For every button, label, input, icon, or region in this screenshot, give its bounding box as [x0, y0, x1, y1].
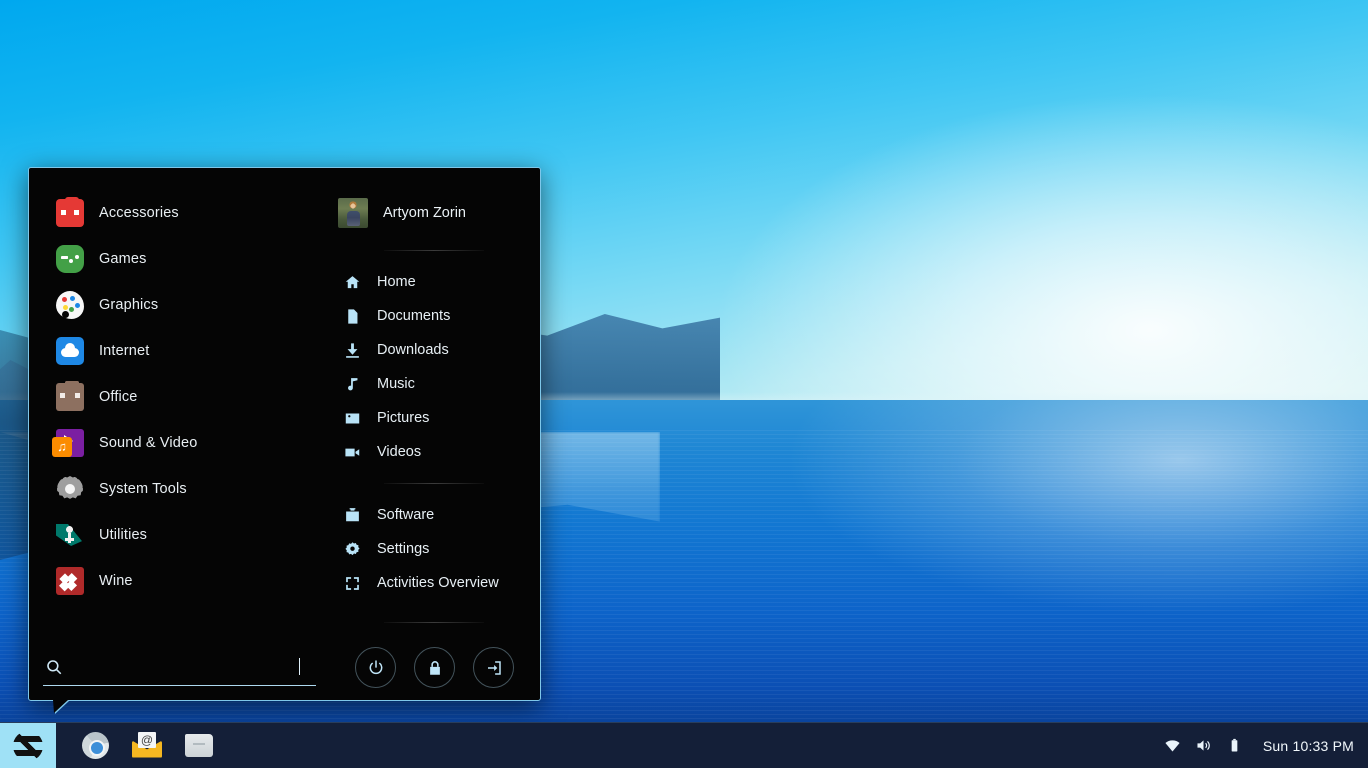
desktop[interactable]: Accessories Games Graphics Internet Offi… [0, 0, 1368, 768]
zorin-logo-icon [13, 731, 43, 761]
videos-icon [343, 443, 361, 461]
music-icon [343, 375, 361, 393]
downloads-icon [343, 341, 361, 359]
taskbar[interactable]: Sun 10:33 PM [0, 722, 1368, 768]
internet-icon [56, 337, 84, 365]
taskbar-app-mail[interactable] [124, 723, 170, 768]
user-name: Artyom Zorin [383, 205, 466, 221]
activities-overview-icon [343, 574, 361, 592]
clock[interactable]: Sun 10:33 PM [1263, 738, 1354, 754]
separator-bottom [384, 622, 484, 623]
search-box[interactable] [43, 648, 316, 686]
category-internet[interactable]: Internet [29, 328, 329, 374]
search-icon [45, 658, 63, 676]
wine-icon [56, 567, 84, 595]
category-list: Accessories Games Graphics Internet Offi… [29, 168, 329, 700]
settings-gear-icon [343, 540, 361, 558]
system-settings[interactable]: Settings [329, 532, 540, 566]
place-label: Downloads [377, 342, 449, 358]
system-tools-icon [56, 475, 84, 503]
system-activities-overview[interactable]: Activities Overview [329, 566, 540, 600]
category-office[interactable]: Office [29, 374, 329, 420]
documents-icon [343, 307, 361, 325]
category-sound-video[interactable]: Sound & Video [29, 420, 329, 466]
place-label: Videos [377, 444, 421, 460]
session-action-bar [329, 647, 540, 688]
utilities-icon [56, 521, 84, 549]
taskbar-app-chromium[interactable] [72, 723, 118, 768]
search-input[interactable] [69, 659, 299, 675]
category-wine[interactable]: Wine [29, 558, 329, 604]
search-caret [299, 658, 300, 675]
category-label: Sound & Video [99, 435, 197, 451]
category-label: Office [99, 389, 138, 405]
system-label: Activities Overview [377, 575, 499, 591]
system-label: Settings [377, 541, 429, 557]
volume-icon[interactable] [1195, 737, 1212, 754]
power-icon [367, 659, 385, 677]
software-icon [343, 506, 361, 524]
place-videos[interactable]: Videos [329, 435, 540, 469]
start-menu[interactable]: Accessories Games Graphics Internet Offi… [28, 167, 541, 701]
category-system-tools[interactable]: System Tools [29, 466, 329, 512]
place-downloads[interactable]: Downloads [329, 333, 540, 367]
category-label: Games [99, 251, 147, 267]
system-software[interactable]: Software [329, 498, 540, 532]
accessories-icon [56, 199, 84, 227]
user-account-item[interactable]: Artyom Zorin [329, 190, 540, 236]
avatar [338, 198, 368, 228]
pictures-icon [343, 409, 361, 427]
lock-button[interactable] [414, 647, 455, 688]
lock-icon [426, 659, 444, 677]
taskbar-app-list [72, 723, 222, 768]
office-icon [56, 383, 84, 411]
category-label: Wine [99, 573, 133, 589]
logout-button[interactable] [473, 647, 514, 688]
wifi-icon[interactable] [1164, 737, 1181, 754]
category-label: Utilities [99, 527, 147, 543]
mail-icon [132, 734, 162, 758]
place-documents[interactable]: Documents [329, 299, 540, 333]
category-label: Internet [99, 343, 149, 359]
taskbar-app-files[interactable] [176, 723, 222, 768]
chromium-icon [82, 732, 109, 759]
files-folder-icon [185, 734, 213, 757]
home-icon [343, 273, 361, 291]
category-graphics[interactable]: Graphics [29, 282, 329, 328]
start-menu-button[interactable] [0, 723, 56, 768]
category-label: Graphics [99, 297, 158, 313]
games-icon [56, 245, 84, 273]
separator-top [384, 250, 484, 251]
system-label: Software [377, 507, 434, 523]
category-utilities[interactable]: Utilities [29, 512, 329, 558]
place-label: Pictures [377, 410, 429, 426]
place-label: Documents [377, 308, 450, 324]
sound-video-icon [56, 429, 84, 457]
place-pictures[interactable]: Pictures [329, 401, 540, 435]
place-music[interactable]: Music [329, 367, 540, 401]
category-accessories[interactable]: Accessories [29, 190, 329, 236]
category-label: Accessories [99, 205, 179, 221]
logout-icon [485, 659, 503, 677]
menu-right-column: Artyom Zorin Home Documents Downloads [329, 168, 540, 700]
system-tray: Sun 10:33 PM [1164, 737, 1368, 754]
place-label: Music [377, 376, 415, 392]
separator-middle [384, 483, 484, 484]
place-home[interactable]: Home [329, 265, 540, 299]
category-games[interactable]: Games [29, 236, 329, 282]
power-button[interactable] [355, 647, 396, 688]
place-label: Home [377, 274, 416, 290]
category-label: System Tools [99, 481, 187, 497]
battery-icon[interactable] [1226, 737, 1243, 754]
graphics-icon [56, 291, 84, 319]
